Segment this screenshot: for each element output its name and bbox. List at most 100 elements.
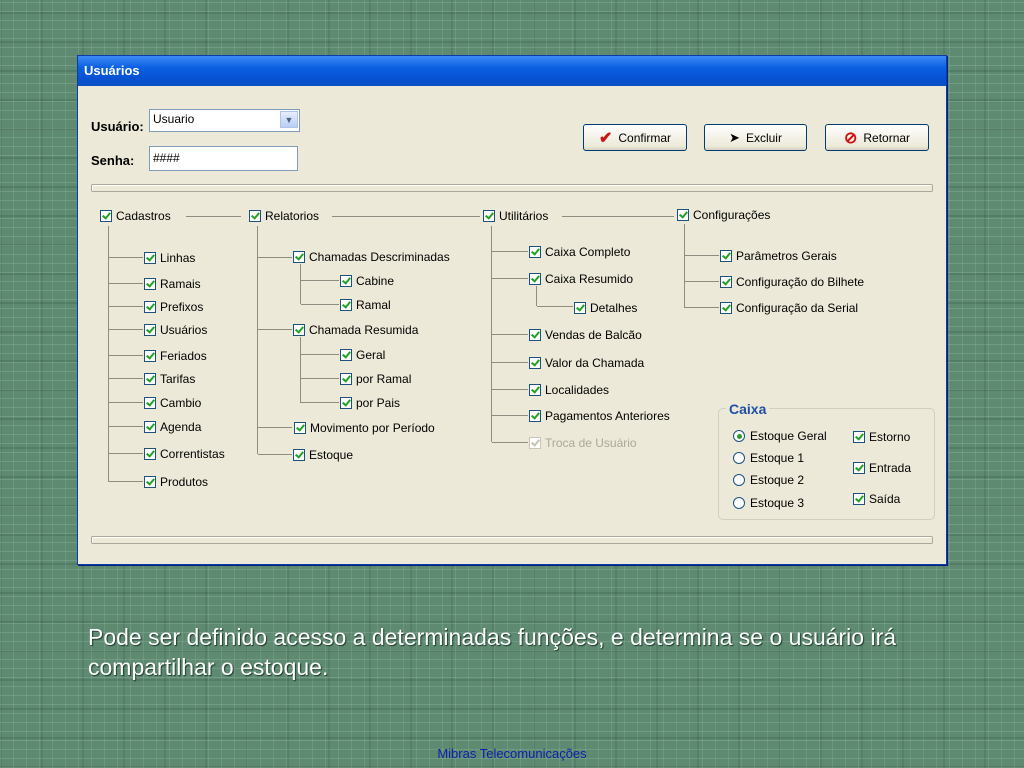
checkbox-icon <box>340 397 352 409</box>
delete-icon: ➤ <box>729 129 740 145</box>
checkbox-correntistas[interactable]: Correntistas <box>144 447 225 461</box>
tree-line <box>301 280 339 281</box>
checkbox-label: Cabine <box>356 274 395 288</box>
checkbox-label: Relatorios <box>265 209 320 223</box>
checkbox-label: Feriados <box>160 349 207 363</box>
checkbox-ramais[interactable]: Ramais <box>144 277 201 291</box>
checkbox-label: Correntistas <box>160 447 225 461</box>
tree-line <box>109 306 143 307</box>
checkbox-icon <box>720 302 732 314</box>
checkbox-label: Localidades <box>545 383 610 397</box>
checkbox-pagamentos-anteriores[interactable]: Pagamentos Anteriores <box>529 409 670 423</box>
footer-company: Mibras Telecomunicações <box>437 746 587 761</box>
checkbox-chamada-resumida[interactable]: Chamada Resumida <box>293 323 418 337</box>
checkbox-icon <box>720 250 732 262</box>
checkbox-cabine[interactable]: Cabine <box>340 274 394 288</box>
tree-line <box>301 354 339 355</box>
checkbox-entrada[interactable]: Entrada <box>853 461 911 475</box>
checkbox-relatorios[interactable]: Relatorios <box>249 209 319 223</box>
checkbox-cambio[interactable]: Cambio <box>144 396 201 410</box>
back-button-label: Retornar <box>863 130 911 145</box>
tree-line <box>684 224 685 308</box>
tree-line <box>109 402 143 403</box>
checkbox-detalhes[interactable]: Detalhes <box>574 301 637 315</box>
checkbox-caixa-resumido[interactable]: Caixa Resumido <box>529 272 633 286</box>
radio-icon <box>733 474 745 486</box>
checkbox-icon <box>529 246 541 258</box>
checkbox-agenda[interactable]: Agenda <box>144 420 201 434</box>
radio-icon <box>733 452 745 464</box>
tree-line <box>300 264 301 304</box>
tree-line <box>258 427 292 428</box>
checkbox-label: Configurações <box>693 208 771 222</box>
checkbox-config-serial[interactable]: Configuração da Serial <box>720 301 858 315</box>
check-icon: ✔ <box>598 129 613 147</box>
checkbox-localidades[interactable]: Localidades <box>529 383 609 397</box>
radio-label: Estoque Geral <box>750 429 827 443</box>
checkbox-label: Troca de Usuário <box>545 436 637 450</box>
checkbox-saida[interactable]: Saída <box>853 492 900 506</box>
checkbox-feriados[interactable]: Feriados <box>144 349 207 363</box>
checkbox-icon <box>529 410 541 422</box>
radio-estoque-2[interactable]: Estoque 2 <box>733 473 804 487</box>
checkbox-label: Ramal <box>356 298 391 312</box>
checkbox-valor-chamada[interactable]: Valor da Chamada <box>529 356 644 370</box>
password-field[interactable]: #### <box>149 146 298 171</box>
checkbox-configuracoes[interactable]: Configurações <box>677 208 770 222</box>
tree-line <box>685 281 719 282</box>
tree-line <box>492 362 528 363</box>
tree-line <box>301 304 339 305</box>
checkbox-estorno[interactable]: Estorno <box>853 430 910 444</box>
checkbox-caixa-completo[interactable]: Caixa Completo <box>529 245 630 259</box>
checkbox-tarifas[interactable]: Tarifas <box>144 372 195 386</box>
radio-estoque-1[interactable]: Estoque 1 <box>733 451 804 465</box>
radio-estoque-geral[interactable]: Estoque Geral <box>733 429 827 443</box>
checkbox-vendas-balcao[interactable]: Vendas de Balcão <box>529 328 642 342</box>
radio-estoque-3[interactable]: Estoque 3 <box>733 496 804 510</box>
separator-bottom <box>91 536 933 544</box>
checkbox-icon <box>249 210 261 222</box>
checkbox-label: Entrada <box>869 461 912 475</box>
checkbox-label: Produtos <box>160 475 209 489</box>
tree-line <box>562 216 674 217</box>
checkbox-chamadas-descriminadas[interactable]: Chamadas Descriminadas <box>293 250 450 264</box>
checkbox-icon <box>144 421 156 433</box>
checkbox-utilitarios[interactable]: Utilitários <box>483 209 548 223</box>
tree-line <box>301 402 339 403</box>
checkbox-label: Caixa Completo <box>545 245 631 259</box>
checkbox-parametros-gerais[interactable]: Parâmetros Gerais <box>720 249 837 263</box>
tree-line <box>492 278 528 279</box>
checkbox-icon <box>144 397 156 409</box>
checkbox-por-ramal[interactable]: por Ramal <box>340 372 411 386</box>
tree-line <box>257 226 258 454</box>
checkbox-linhas[interactable]: Linhas <box>144 251 195 265</box>
checkbox-prefixos[interactable]: Prefixos <box>144 300 203 314</box>
checkbox-icon <box>529 273 541 285</box>
tree-line <box>685 255 719 256</box>
chevron-down-icon[interactable]: ▼ <box>280 111 298 128</box>
checkbox-ramal[interactable]: Ramal <box>340 298 391 312</box>
checkbox-geral[interactable]: Geral <box>340 348 385 362</box>
checkbox-usuarios[interactable]: Usuários <box>144 323 207 337</box>
confirm-button[interactable]: ✔ Confirmar <box>583 124 687 151</box>
checkbox-produtos[interactable]: Produtos <box>144 475 208 489</box>
checkbox-icon <box>529 329 541 341</box>
tree-line <box>492 251 528 252</box>
checkbox-movimento-periodo[interactable]: Movimento por Período <box>294 421 435 435</box>
tree-line <box>685 307 719 308</box>
tree-line <box>109 378 143 379</box>
checkbox-icon <box>529 357 541 369</box>
checkbox-icon <box>144 448 156 460</box>
checkbox-config-bilhete[interactable]: Configuração do Bilhete <box>720 275 864 289</box>
checkbox-estoque[interactable]: Estoque <box>293 448 353 462</box>
back-button[interactable]: ⊘ Retornar <box>825 124 929 151</box>
delete-button[interactable]: ➤ Excluir <box>704 124 807 151</box>
user-select[interactable]: Usuario ▼ <box>149 109 300 132</box>
checkbox-por-pais[interactable]: por Pais <box>340 396 400 410</box>
user-select-value: Usuario <box>153 112 195 126</box>
checkbox-label: Estorno <box>869 430 911 444</box>
checkbox-icon <box>293 449 305 461</box>
checkbox-cadastros[interactable]: Cadastros <box>100 209 171 223</box>
checkbox-label: Pagamentos Anteriores <box>545 409 670 423</box>
tree-line <box>109 481 143 482</box>
